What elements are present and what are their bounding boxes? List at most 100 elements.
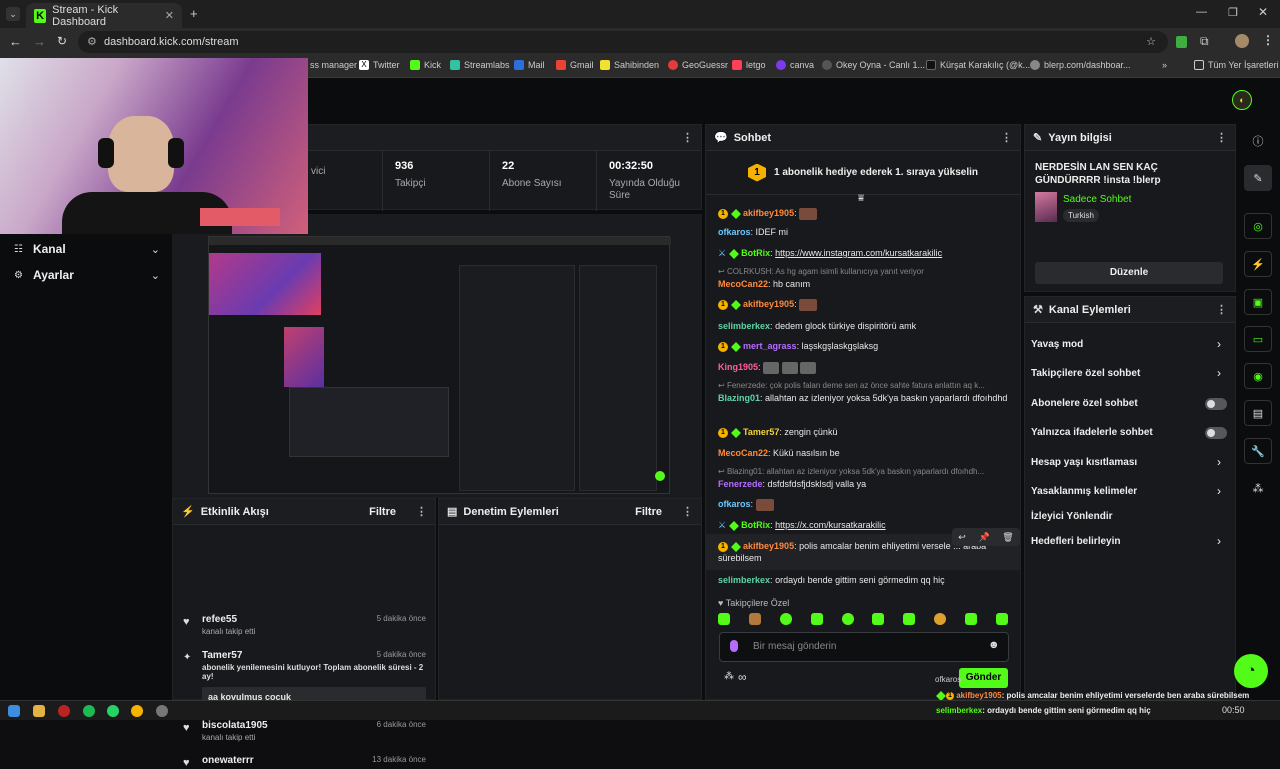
emote-icon[interactable]: [965, 613, 977, 625]
chat-message[interactable]: 1 akifbey1905:: [718, 298, 1008, 311]
more-icon[interactable]: ⋮: [1001, 131, 1012, 144]
emote-icon[interactable]: [718, 613, 730, 625]
bolt-icon[interactable]: ⚡: [1244, 251, 1272, 277]
clipboard-icon[interactable]: ▣: [1244, 289, 1272, 315]
tab-search-icon[interactable]: ⌄: [6, 7, 20, 21]
bookmark-item[interactable]: blerp.com/dashboar...: [1030, 60, 1131, 70]
emotes-only-toggle[interactable]: [1205, 427, 1227, 439]
chrome-icon[interactable]: [131, 705, 143, 717]
chat-message[interactable]: Blazing01: allahtan az izleniyor yoksa 5…: [718, 392, 1008, 404]
chevron-right-icon[interactable]: ›: [1217, 366, 1221, 380]
bookmarks-overflow-icon[interactable]: »: [1162, 60, 1167, 70]
address-bar[interactable]: ⚙ dashboard.kick.com/stream ☆: [78, 31, 1168, 53]
action-slow-mode[interactable]: Yavaş mod: [1031, 339, 1083, 350]
chevron-right-icon[interactable]: ›: [1217, 337, 1221, 351]
action-account-age[interactable]: Hesap yaşı kısıtlaması: [1031, 457, 1137, 468]
bookmark-item[interactable]: Kürşat Karakılıç (@k...: [926, 60, 1030, 70]
bookmark-item[interactable]: canva: [776, 60, 814, 70]
chat-message[interactable]: 1 akifbey1905: polis amcalar benim ehliy…: [718, 540, 988, 564]
chat-message[interactable]: King1905:: [718, 361, 1008, 374]
chevron-right-icon[interactable]: ›: [1217, 484, 1221, 498]
emote-icon[interactable]: [841, 613, 854, 625]
edit-icon[interactable]: ✎: [1244, 165, 1272, 191]
emoji-icon[interactable]: ☻: [988, 639, 1000, 651]
chat-message[interactable]: MecoCan22: hb canım: [718, 278, 1008, 290]
chat-message[interactable]: 1 akifbey1905:: [718, 207, 1008, 220]
emote-icon[interactable]: [995, 613, 1008, 625]
infinity-icon[interactable]: ∞: [738, 670, 747, 684]
close-window-icon[interactable]: ✕: [1258, 5, 1268, 19]
more-icon[interactable]: ⋮: [682, 131, 693, 144]
layout-icon[interactable]: ▤: [1244, 400, 1272, 426]
site-info-icon[interactable]: ⚙: [87, 31, 97, 53]
windows-start-icon[interactable]: [8, 705, 20, 717]
emote-icon[interactable]: [748, 613, 761, 625]
chevron-right-icon[interactable]: ›: [1217, 455, 1221, 469]
chat-message[interactable]: ofkaros:: [718, 498, 1008, 511]
file-explorer-icon[interactable]: [33, 705, 45, 717]
reply-icon[interactable]: ↩: [958, 532, 966, 543]
bookmark-item[interactable]: X Twitter: [359, 60, 400, 70]
forward-icon[interactable]: →: [33, 34, 46, 49]
bookmark-item[interactable]: Mail: [514, 60, 545, 70]
back-icon[interactable]: ←: [9, 34, 22, 49]
shield-extension-icon[interactable]: [1176, 36, 1187, 48]
action-host[interactable]: İzleyici Yönlendir: [1031, 511, 1113, 522]
target-icon[interactable]: ◎: [1244, 213, 1272, 239]
reload-icon[interactable]: ↻: [57, 34, 67, 48]
bookmark-item[interactable]: Gmail: [556, 60, 594, 70]
emote-icon[interactable]: [810, 613, 823, 625]
more-icon[interactable]: ⋮: [1216, 303, 1227, 316]
emote-icon[interactable]: [903, 613, 916, 625]
action-banned-words[interactable]: Yasaklanmış kelimeler: [1031, 486, 1137, 497]
chat-message[interactable]: selimberkex: dedem glock türkiye dispiri…: [718, 320, 1008, 332]
action-followers-only[interactable]: Takipçilere özel sohbet: [1031, 368, 1140, 379]
bookmark-item[interactable]: ss manager: [310, 60, 357, 70]
emote-icon[interactable]: [779, 613, 792, 625]
chat-input[interactable]: Bir mesaj gönderin ☻: [719, 632, 1009, 662]
stream-preview-video[interactable]: [208, 236, 671, 494]
more-icon[interactable]: ⋮: [1216, 131, 1227, 144]
apps-icon[interactable]: ⁂: [1244, 475, 1272, 501]
bookmark-item[interactable]: Streamlabs: [450, 60, 510, 70]
help-chat-button[interactable]: ◔: [1234, 654, 1268, 688]
minimize-icon[interactable]: —: [1196, 6, 1207, 18]
browser-tab[interactable]: K Stream - Kick Dashboard ✕: [26, 3, 182, 28]
collapse-icon[interactable]: ⩸: [858, 193, 864, 204]
chat-message[interactable]: selimberkex: ordaydı bende gittim seni g…: [718, 574, 1008, 586]
chat-icon[interactable]: ▭: [1244, 326, 1272, 352]
more-icon[interactable]: ⋮: [682, 505, 693, 518]
send-button[interactable]: Gönder: [959, 668, 1008, 688]
emote-icon[interactable]: [934, 613, 947, 625]
bookmark-item[interactable]: Sahibinden: [600, 60, 659, 70]
info-icon[interactable]: ⓘ: [1244, 128, 1272, 154]
chat-message[interactable]: ofkaros: IDEF mi: [718, 226, 1008, 238]
new-tab-icon[interactable]: +: [190, 6, 198, 21]
tab-close-icon[interactable]: ✕: [165, 9, 174, 22]
obs-icon[interactable]: [156, 705, 168, 717]
microphone-icon[interactable]: [730, 640, 738, 652]
chat-message[interactable]: Fenerzede: dsfdsfdsfjdsklsdj valla ya: [718, 478, 1008, 490]
chat-message[interactable]: MecoCan22: Kükü nasılsın be: [718, 447, 1008, 459]
action-goals[interactable]: Hedefleri belirleyin: [1031, 536, 1120, 547]
user-avatar[interactable]: ◐: [1232, 90, 1252, 110]
bookmark-star-icon[interactable]: ☆: [1146, 31, 1156, 53]
sidebar-item-kanal[interactable]: ☷ Kanal ⌄: [14, 242, 160, 256]
wrench-icon[interactable]: 🔧: [1244, 438, 1272, 464]
maximize-icon[interactable]: ❐: [1228, 6, 1238, 19]
activity-filter-button[interactable]: Filtre: [369, 506, 396, 518]
emote-icon[interactable]: [872, 613, 885, 625]
chat-message[interactable]: ⚔ BotRix: https://www.instagram.com/kurs…: [718, 247, 1008, 259]
extensions-icon[interactable]: ⧉: [1200, 34, 1209, 49]
browser-menu-icon[interactable]: ⋮: [1262, 33, 1274, 47]
spotify-icon[interactable]: [83, 705, 95, 717]
chat-message[interactable]: 1 mert_agrass: laşskgşlaskgşlaksg: [718, 340, 1008, 352]
chat-settings-icon[interactable]: ⁂: [724, 671, 734, 682]
subscribers-only-toggle[interactable]: [1205, 398, 1227, 410]
category-link[interactable]: Sadece Sohbet: [1063, 194, 1131, 205]
bookmark-item[interactable]: letgo: [732, 60, 766, 70]
broadcast-icon[interactable]: ◉: [1244, 363, 1272, 389]
chat-message[interactable]: 1 Tamer57: zengin çünkü: [718, 426, 1008, 438]
gift-leaderboard-banner[interactable]: 1 1 abonelik hediye ederek 1. sıraya yük…: [706, 151, 1020, 195]
profile-avatar[interactable]: [1235, 34, 1249, 48]
